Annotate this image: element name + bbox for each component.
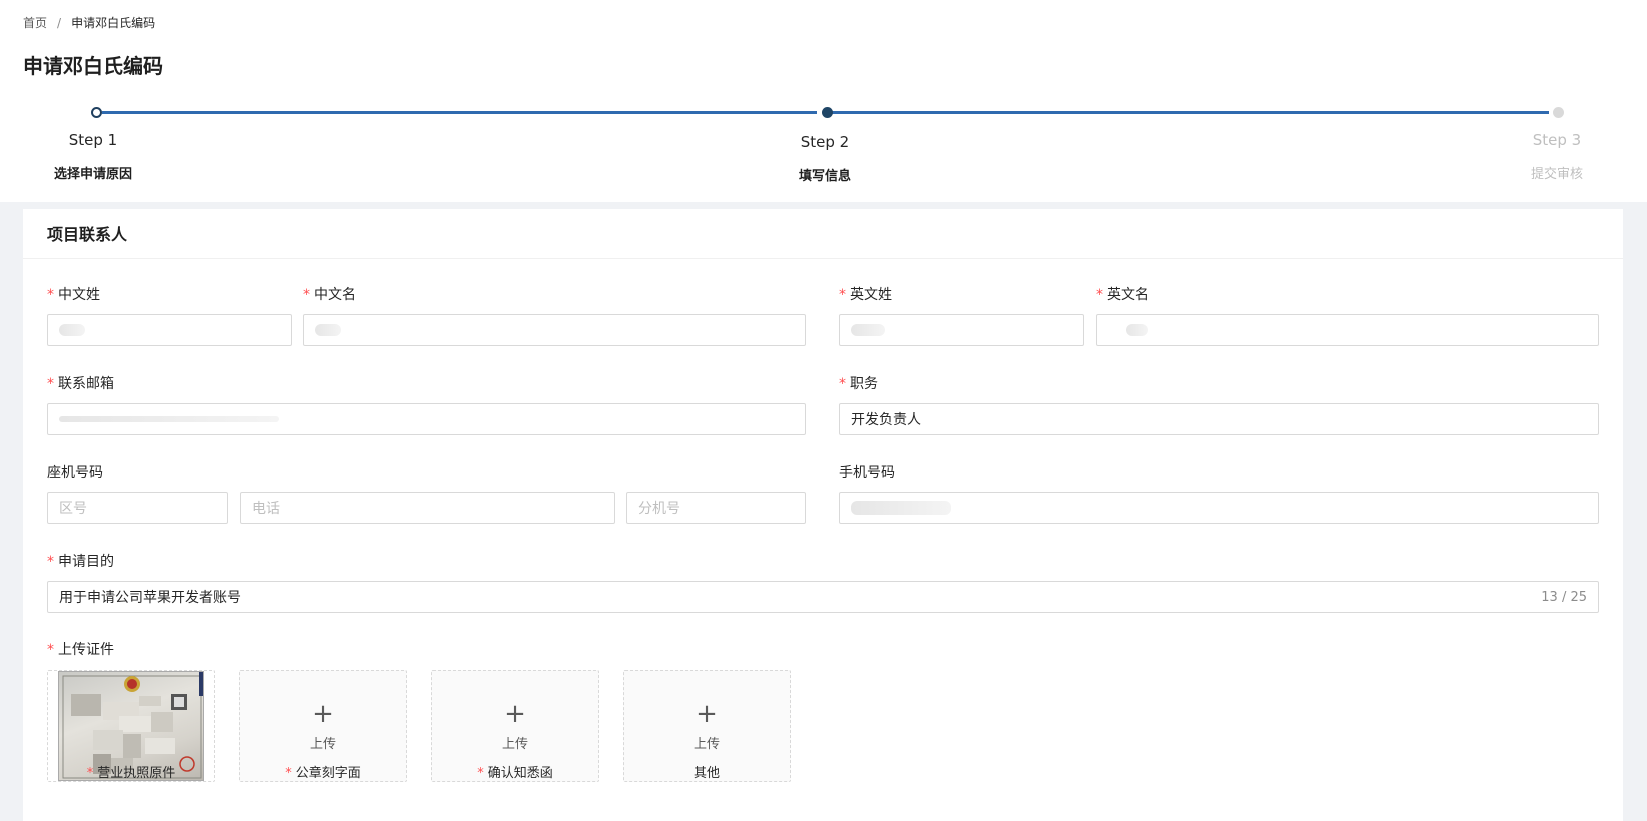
- purpose-input[interactable]: 用于申请公司苹果开发者账号 13 / 25: [47, 581, 1599, 613]
- en-given-name-label: * 英文名: [1096, 287, 1149, 303]
- area-code-input[interactable]: 区号: [47, 492, 228, 524]
- step-3-dot: [1553, 107, 1564, 118]
- page-title: 申请邓白氏编码: [23, 54, 163, 78]
- extension-placeholder: 分机号: [638, 501, 680, 517]
- plus-icon: +: [696, 698, 718, 729]
- position-value: 开发负责人: [851, 412, 921, 428]
- breadcrumb-home[interactable]: 首页: [23, 14, 47, 31]
- redacted-value: [1126, 324, 1148, 336]
- step-1-description: 选择申请原因: [53, 167, 132, 182]
- breadcrumb: 首页 / 申请邓白氏编码: [23, 14, 155, 31]
- redacted-value: [59, 324, 85, 336]
- position-label: * 职务: [839, 376, 878, 392]
- phone-placeholder: 电话: [252, 501, 280, 517]
- step-2-description: 填写信息: [798, 169, 851, 184]
- other-caption: 其他: [693, 766, 720, 781]
- card-header: 项目联系人: [23, 209, 1623, 259]
- upload-text: 上传: [501, 736, 528, 752]
- en-given-name-input[interactable]: [1096, 314, 1599, 346]
- required-mark: *: [47, 642, 54, 658]
- step-3-description: 提交审核: [1530, 167, 1583, 182]
- required-mark: *: [285, 766, 292, 781]
- step-1-title: Step 1: [68, 131, 118, 149]
- step-connector-1-2: [102, 111, 817, 114]
- purpose-label: * 申请目的: [47, 554, 114, 570]
- required-mark: *: [47, 554, 54, 570]
- cn-surname-label: * 中文姓: [47, 287, 100, 303]
- required-mark: *: [47, 287, 54, 303]
- plus-icon: +: [504, 698, 526, 729]
- cn-surname-input[interactable]: [47, 314, 292, 346]
- step-1-dot: [91, 107, 102, 118]
- step-1: Step 1 选择申请原因: [13, 131, 173, 182]
- business-license-caption: * 营业执照原件: [86, 766, 176, 781]
- header-panel: 首页 / 申请邓白氏编码 申请邓白氏编码 Step 1 选择申请原因 Step …: [0, 0, 1647, 202]
- extension-input[interactable]: 分机号: [626, 492, 806, 524]
- en-surname-input[interactable]: [839, 314, 1084, 346]
- mobile-label: 手机号码: [839, 465, 895, 481]
- email-input[interactable]: [47, 403, 806, 435]
- step-connector-2-3: [832, 111, 1549, 114]
- email-label: * 联系邮箱: [47, 376, 114, 392]
- step-2-dot: [822, 107, 833, 118]
- character-count: 13 / 25: [1541, 589, 1587, 605]
- required-mark: *: [1096, 287, 1103, 303]
- purpose-value: 用于申请公司苹果开发者账号: [59, 590, 241, 606]
- required-mark: *: [86, 766, 94, 781]
- redacted-value: [315, 324, 341, 336]
- upload-text: 上传: [693, 736, 720, 752]
- seal-caption: * 公章刻字面: [285, 766, 361, 781]
- upload-text: 上传: [309, 736, 336, 752]
- plus-icon: +: [312, 698, 334, 729]
- breadcrumb-current: 申请邓白氏编码: [71, 16, 156, 30]
- mobile-input[interactable]: [839, 492, 1599, 524]
- position-input[interactable]: 开发负责人: [839, 403, 1599, 435]
- step-2-title: Step 2: [800, 133, 850, 151]
- section-title: 项目联系人: [47, 225, 128, 244]
- step-3: Step 3 提交审核: [1477, 131, 1637, 182]
- acknowledgement-caption: * 确认知悉函: [477, 766, 553, 781]
- step-2: Step 2 填写信息: [745, 133, 905, 184]
- phone-input[interactable]: 电话: [240, 492, 615, 524]
- redacted-value: [59, 416, 279, 422]
- step-3-title: Step 3: [1532, 131, 1582, 149]
- required-mark: *: [839, 287, 846, 303]
- breadcrumb-separator: /: [57, 15, 62, 30]
- landline-label: 座机号码: [47, 465, 103, 481]
- redacted-value: [851, 324, 885, 336]
- contact-form-card: 项目联系人 * 中文姓 * 中文名 * 英文姓 * 英文名 * 联系邮箱 * 职务 开发负责…: [23, 209, 1623, 821]
- cn-given-name-label: * 中文名: [303, 287, 356, 303]
- upload-label: * 上传证件: [47, 642, 114, 658]
- cn-given-name-input[interactable]: [303, 314, 806, 346]
- en-surname-label: * 英文姓: [839, 287, 892, 303]
- required-mark: *: [839, 376, 846, 392]
- area-code-placeholder: 区号: [59, 501, 87, 517]
- required-mark: *: [47, 376, 54, 392]
- redacted-value: [851, 501, 951, 515]
- required-mark: *: [477, 766, 484, 781]
- required-mark: *: [303, 287, 310, 303]
